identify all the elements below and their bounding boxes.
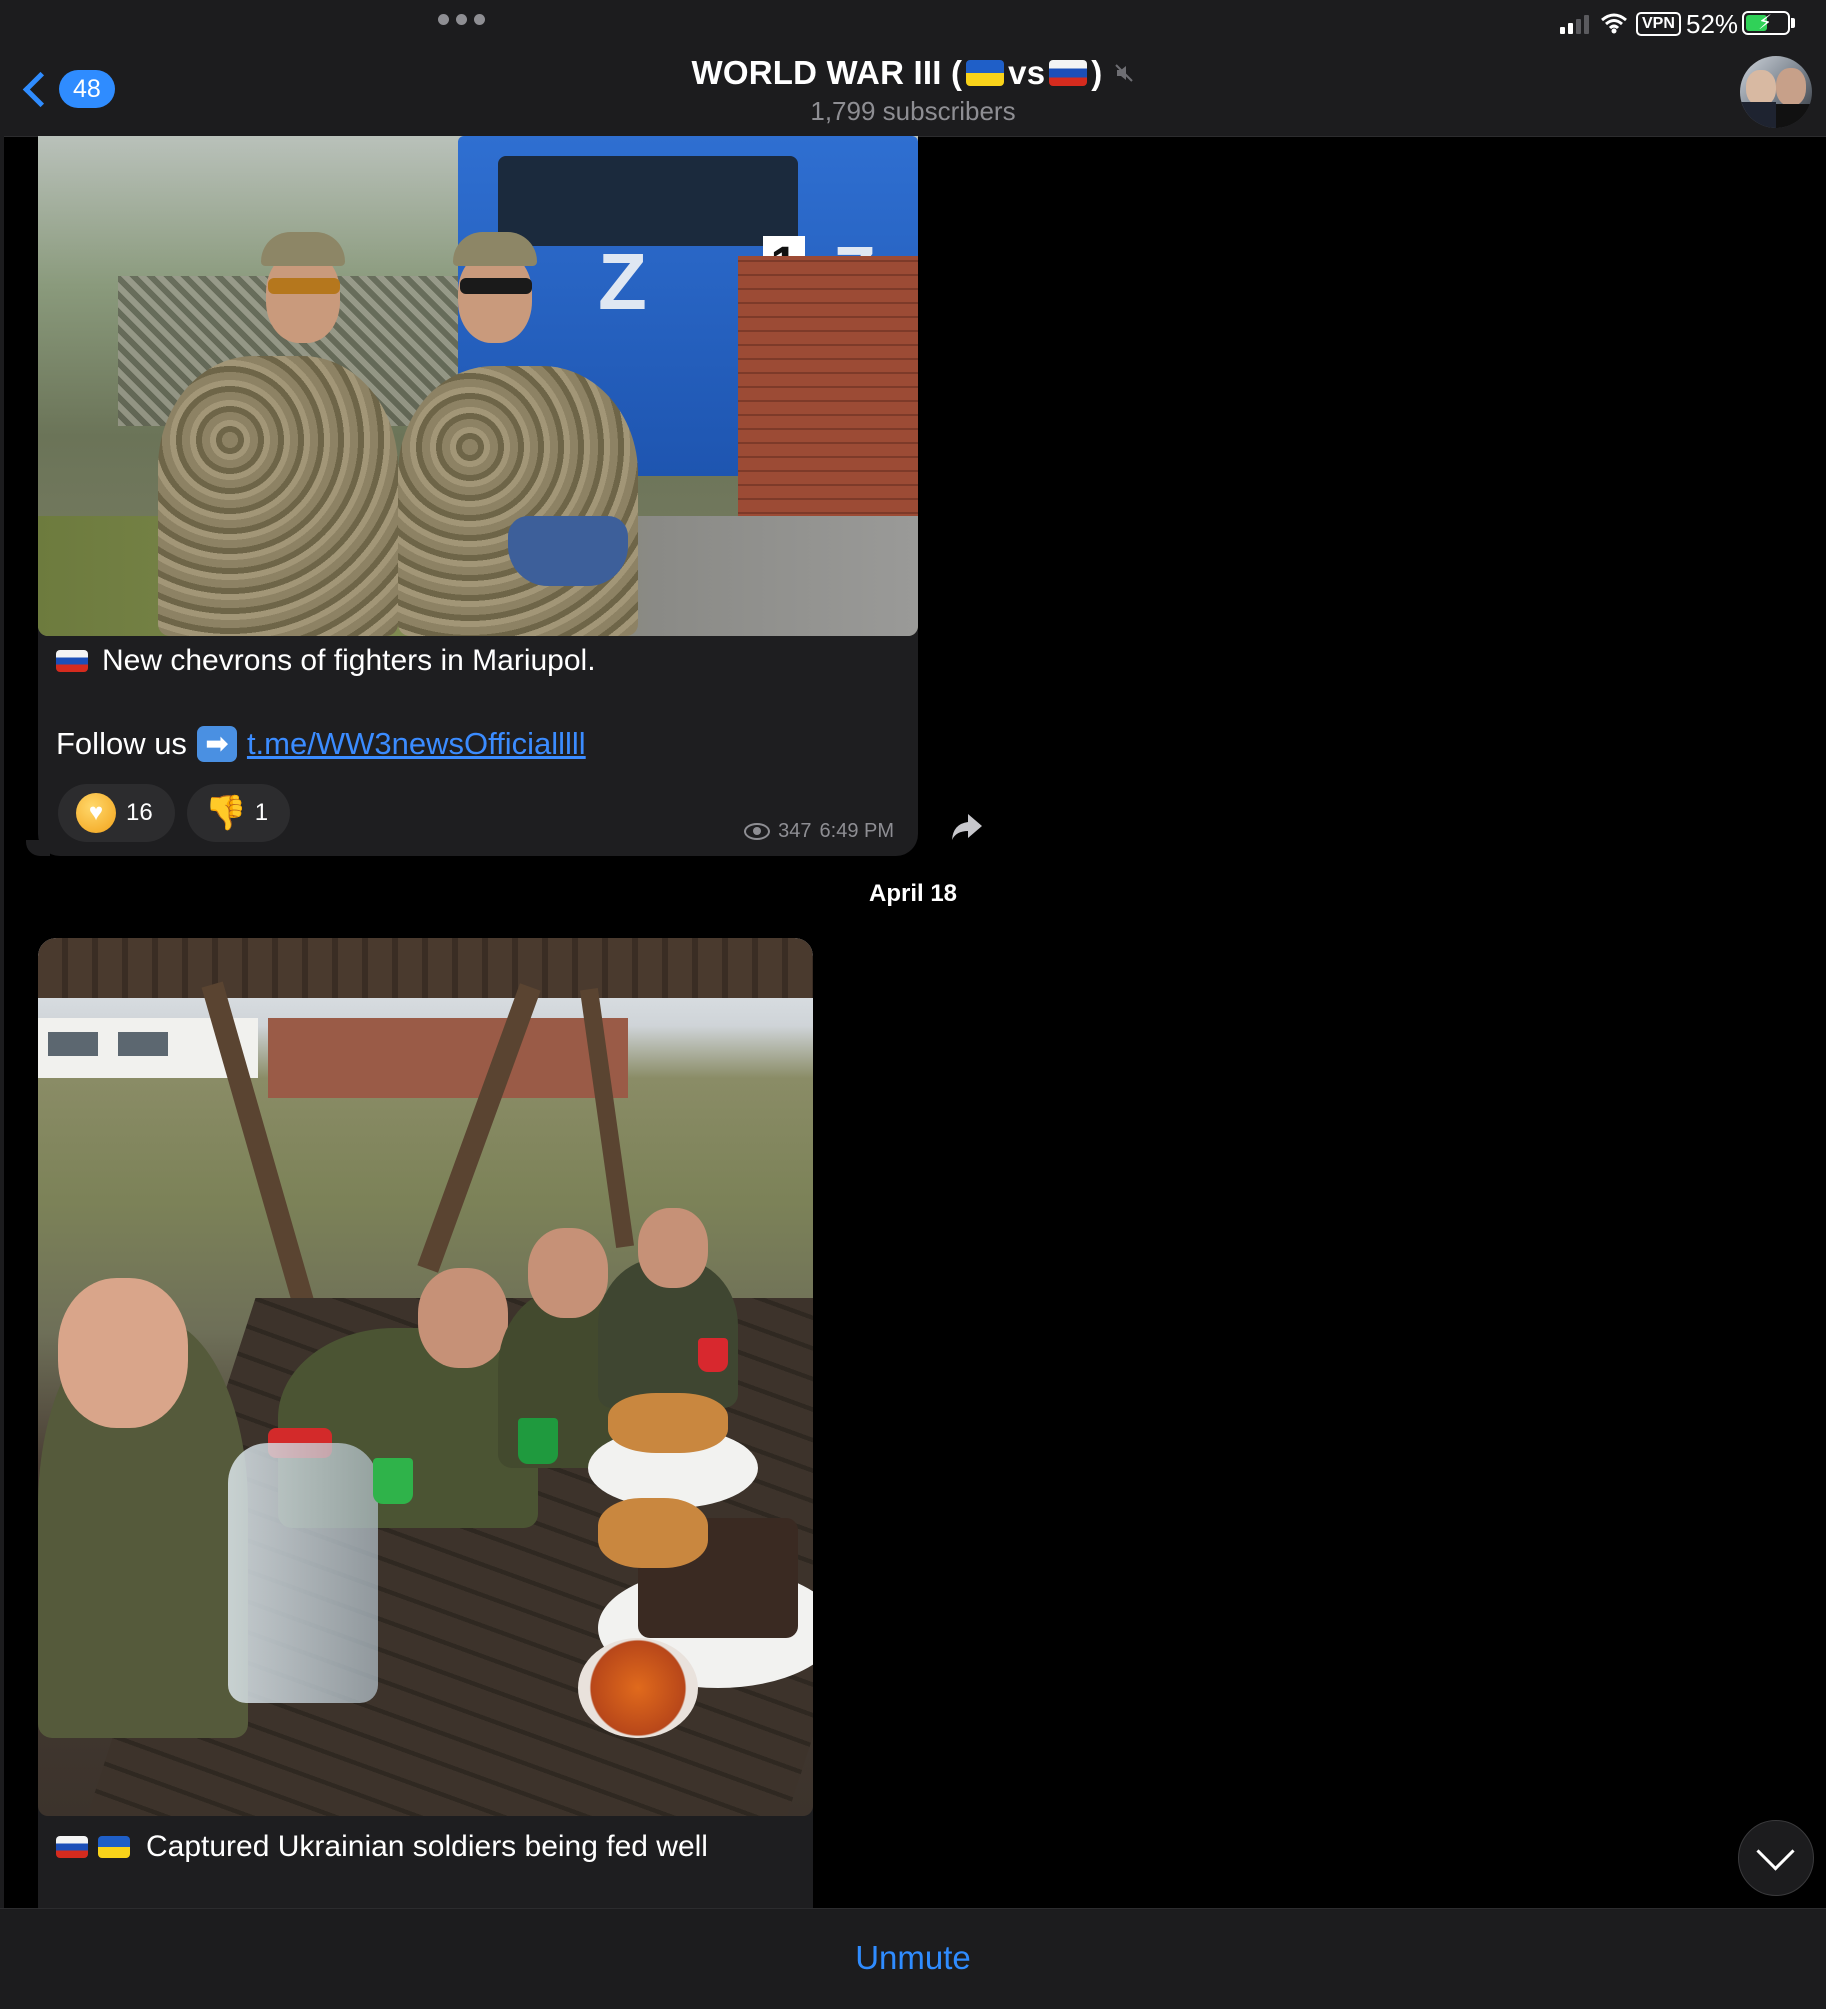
message-meta: 347 6:49 PM: [744, 820, 894, 843]
view-count: 347: [778, 820, 812, 842]
multitasking-dots-icon[interactable]: [438, 14, 485, 25]
reaction-count: 1: [254, 799, 269, 826]
message-photo[interactable]: Z 1 Z: [38, 136, 918, 636]
wifi-icon: [1601, 13, 1627, 34]
title-prefix: WORLD WAR III (: [691, 54, 963, 91]
channel-avatar[interactable]: [1740, 56, 1812, 128]
battery-tip: [1791, 18, 1795, 28]
water-bottle-image: [228, 1443, 378, 1703]
follow-line: Follow us ➡ t.me/WW3newsOfficialllll: [56, 726, 586, 762]
smiling-face-with-hearts-icon: ♥: [76, 793, 116, 833]
bottom-bar: Unmute: [0, 1908, 1826, 2009]
caption-text: Captured Ukrainian soldiers being fed we…: [146, 1830, 708, 1863]
vpn-badge: VPN: [1636, 12, 1681, 36]
message-caption: New chevrons of fighters in Mariupol.: [56, 644, 596, 678]
status-bar: VPN 52% ⚡: [0, 0, 1826, 48]
message-time: 6:49 PM: [819, 820, 894, 842]
message-bubble[interactable]: Captured Ukrainian soldiers being fed we…: [38, 938, 813, 1908]
follow-text: Follow us: [56, 726, 187, 761]
russia-flag-icon: [1049, 60, 1088, 86]
ukraine-flag-icon: [966, 60, 1005, 86]
reaction-count: 16: [126, 799, 153, 826]
subscriber-count: 1,799 subscribers: [810, 96, 1016, 126]
message-caption: Captured Ukrainian soldiers being fed we…: [56, 1830, 708, 1864]
caption-text: New chevrons of fighters in Mariupol.: [102, 644, 596, 677]
title-suffix: ): [1091, 54, 1103, 91]
divider: [0, 136, 4, 1908]
reaction-hearts-button[interactable]: ♥ 16: [58, 784, 175, 842]
speaker-muted-icon: [1115, 64, 1134, 82]
channel-link[interactable]: t.me/WW3newsOfficialllll: [247, 726, 586, 762]
share-forward-icon[interactable]: [950, 812, 984, 842]
title-vs: vs: [1008, 54, 1046, 91]
bubble-tail: [26, 840, 50, 856]
russia-flag-icon: [56, 1836, 88, 1858]
chat-header: 48 WORLD WAR III ( vs ) 1,799 subscriber…: [0, 48, 1826, 137]
battery-percent: 52%: [1686, 9, 1739, 39]
date-separator: April 18: [868, 880, 958, 907]
thumbs-down-icon: 👎: [204, 794, 248, 832]
eye-icon: [744, 823, 771, 840]
ukraine-flag-icon: [98, 1836, 130, 1858]
message-bubble[interactable]: Z 1 Z New chevrons of fighters in Mariup…: [38, 136, 918, 856]
message-photo[interactable]: [38, 938, 813, 1816]
channel-title: WORLD WAR III ( vs ): [692, 54, 1135, 92]
cellular-signal-icon: [1560, 14, 1589, 34]
chevron-down-icon: [1756, 1832, 1795, 1871]
right-arrow-icon: ➡: [196, 726, 237, 762]
unmute-button[interactable]: Unmute: [0, 1939, 1826, 1977]
channel-title-area[interactable]: WORLD WAR III ( vs ) 1,799 subscribers: [0, 54, 1826, 127]
reactions-row: ♥ 16 👎 1: [58, 784, 291, 842]
russia-flag-icon: [56, 650, 88, 672]
battery-icon: ⚡: [1742, 11, 1790, 35]
scroll-to-bottom-button[interactable]: [1738, 1820, 1814, 1896]
reaction-thumbs-down-button[interactable]: 👎 1: [186, 784, 291, 842]
